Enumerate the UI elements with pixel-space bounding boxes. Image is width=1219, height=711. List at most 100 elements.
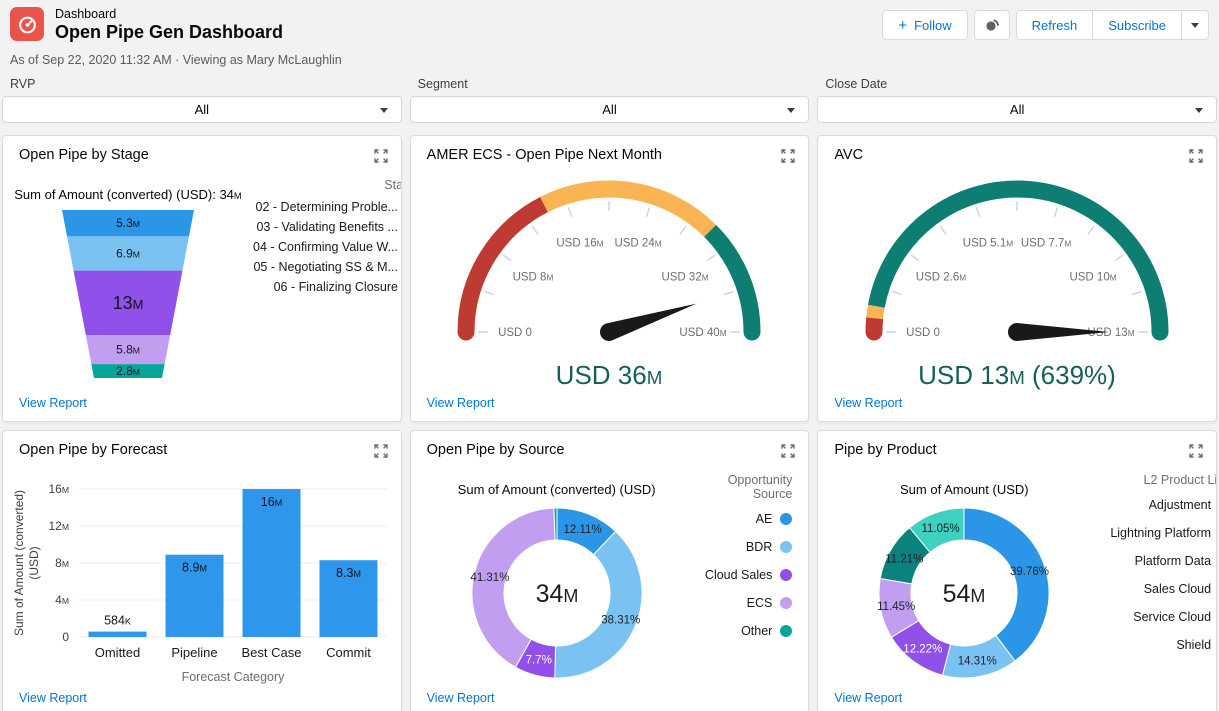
expand-icon[interactable] — [373, 149, 388, 168]
donut-chart: Sum of Amount (USD) 39.76% 14.31% 12.22% 11.… — [818, 469, 1216, 711]
svg-text:8.9M: 8.9M — [182, 561, 207, 575]
svg-text:16M: 16M — [48, 482, 69, 496]
legend-item-label: Shield — [1176, 638, 1212, 652]
view-report-link[interactable]: View Report — [427, 691, 495, 705]
svg-text:Sum of Amount (converted)(USD): Sum of Amount (converted)(USD) — [12, 490, 41, 636]
filter-bar: RVP All Segment All Close Date All — [0, 67, 1219, 123]
dashboard-meta: As of Sep 22, 2020 11:32 AM · Viewing as… — [10, 53, 342, 67]
legend-swatch-icon — [780, 513, 793, 525]
svg-text:Commit: Commit — [326, 645, 371, 660]
chevron-down-icon — [379, 108, 388, 113]
filter-segment-dropdown[interactable]: All — [409, 96, 810, 123]
object-context-label: Dashboard — [55, 7, 117, 21]
legend-item-label: 04 - Confirming Value W... — [253, 240, 398, 254]
svg-text:Pipeline: Pipeline — [171, 645, 217, 660]
dashboard-grid: Open Pipe by Stage Sum of Amount (conver… — [0, 123, 1219, 711]
svg-text:14.31%: 14.31% — [958, 656, 997, 668]
filter-close-date-dropdown[interactable]: All — [817, 96, 1217, 123]
filter-close-date: Close Date All — [817, 77, 1217, 123]
gauge-band — [457, 197, 549, 333]
follow-button-label: Follow — [914, 17, 952, 33]
legend-item-label: Sales Cloud — [1143, 582, 1212, 596]
svg-text:USD 24M: USD 24M — [615, 238, 662, 250]
legend-item-label: 06 - Finalizing Closure — [273, 280, 398, 294]
gauge-chart: USD 0 USD 8M USD 16M USD 24M USD 32M USD 40M U… — [411, 174, 809, 421]
svg-text:16M: 16M — [261, 495, 282, 509]
gauge-band — [704, 224, 761, 333]
filter-label: Close Date — [825, 77, 888, 91]
legend-item: 04 - Confirming Value W... — [253, 240, 401, 254]
expand-icon[interactable] — [781, 444, 796, 463]
filter-segment: Segment All — [409, 77, 810, 123]
bar[interactable] — [242, 489, 301, 637]
follow-button[interactable]: + Follow — [882, 10, 968, 40]
feed-icon — [986, 19, 999, 31]
svg-text:USD 36M: USD 36M — [556, 360, 663, 390]
donut-slice[interactable] — [963, 507, 1050, 662]
refresh-button[interactable]: Refresh — [1015, 10, 1093, 40]
legend-swatch-icon — [780, 625, 793, 637]
collaborate-button[interactable] — [973, 10, 1010, 40]
expand-icon[interactable] — [1189, 149, 1203, 168]
action-button-group: Refresh Subscribe — [1015, 10, 1209, 40]
legend-item-label: Lightning Platform — [1110, 526, 1212, 540]
card-title: AVC — [834, 147, 864, 163]
view-report-link[interactable]: View Report — [834, 396, 902, 410]
chevron-down-icon — [1191, 22, 1199, 28]
legend-item: 02 - Determining Proble... — [253, 200, 401, 214]
subscribe-button[interactable]: Subscribe — [1092, 10, 1181, 40]
svg-text:USD 5.1M: USD 5.1M — [963, 238, 1013, 250]
svg-text:Forecast Category: Forecast Category — [182, 670, 286, 684]
svg-text:Omitted: Omitted — [95, 645, 141, 660]
legend-title: Opportunity Source — [727, 473, 793, 501]
svg-text:7.7%: 7.7% — [525, 655, 551, 667]
svg-text:54M: 54M — [943, 580, 986, 608]
svg-text:0: 0 — [62, 630, 69, 644]
filter-label: RVP — [10, 77, 36, 91]
legend-item-label: Other — [741, 624, 773, 638]
expand-icon[interactable] — [1189, 444, 1203, 463]
legend-item-label: 03 - Validating Benefits ... — [256, 220, 398, 234]
more-actions-button[interactable] — [1181, 10, 1209, 40]
view-report-link[interactable]: View Report — [427, 396, 495, 410]
legend-item: 03 - Validating Benefits ... — [253, 220, 401, 234]
filter-value: All — [194, 102, 210, 117]
svg-text:8M: 8M — [55, 556, 69, 570]
chart-legend: Opportunity Source AE BDR Cloud Sales ECS Oth… — [703, 469, 809, 711]
legend-title: L2 Product Line — [1143, 473, 1217, 487]
legend-item: Cloud Sales — [703, 568, 793, 582]
view-report-link[interactable]: View Report — [19, 691, 87, 705]
svg-text:USD 13M (639%): USD 13M (639%) — [918, 360, 1116, 390]
chart-legend: Stage 02 - Determining Proble... 03 - Vali… — [253, 174, 401, 421]
card-title: Open Pipe by Forecast — [19, 442, 168, 458]
legend-swatch-icon — [780, 541, 793, 553]
legend-item: Service Cloud — [1110, 610, 1216, 624]
gauge-chart: USD 0 USD 2.6M USD 5.1M USD 7.7M USD 10M USD … — [818, 174, 1216, 421]
card-avc: AVC USD 0 USD 2.6M USD 5.1M USD 7.7M USD 10M… — [817, 135, 1217, 422]
gauge-band — [866, 304, 885, 320]
svg-text:34M: 34M — [535, 580, 578, 608]
expand-icon[interactable] — [373, 444, 388, 463]
view-report-link[interactable]: View Report — [834, 691, 902, 705]
legend-item: ECS — [703, 596, 793, 610]
legend-item-label: AE — [755, 512, 773, 526]
card-pipe-by-product: Pipe by Product Sum of Amount (USD) 39.76… — [817, 430, 1217, 711]
svg-text:38.31%: 38.31% — [601, 614, 640, 626]
filter-rvp-dropdown[interactable]: All — [2, 96, 402, 123]
bar[interactable] — [88, 631, 147, 637]
donut-chart-title: Sum of Amount (USD) — [900, 482, 1029, 497]
svg-text:5.3M: 5.3M — [116, 216, 140, 230]
filter-label: Segment — [417, 77, 468, 91]
funnel-chart-title: Sum of Amount (converted) (USD): 34M — [14, 187, 242, 202]
view-report-link[interactable]: View Report — [19, 396, 87, 410]
legend-item-label: Adjustment — [1148, 498, 1212, 512]
donut-chart-title: Sum of Amount (converted) (USD) — [457, 482, 656, 497]
svg-text:41.31%: 41.31% — [470, 572, 509, 584]
legend-item: Sales Cloud — [1110, 582, 1216, 596]
legend-item: Adjustment — [1110, 498, 1216, 512]
svg-text:6.9M: 6.9M — [116, 246, 140, 260]
expand-icon[interactable] — [781, 149, 796, 168]
filter-value: All — [602, 102, 617, 117]
legend-title: Stage — [384, 178, 400, 192]
svg-text:12.22%: 12.22% — [904, 643, 943, 655]
